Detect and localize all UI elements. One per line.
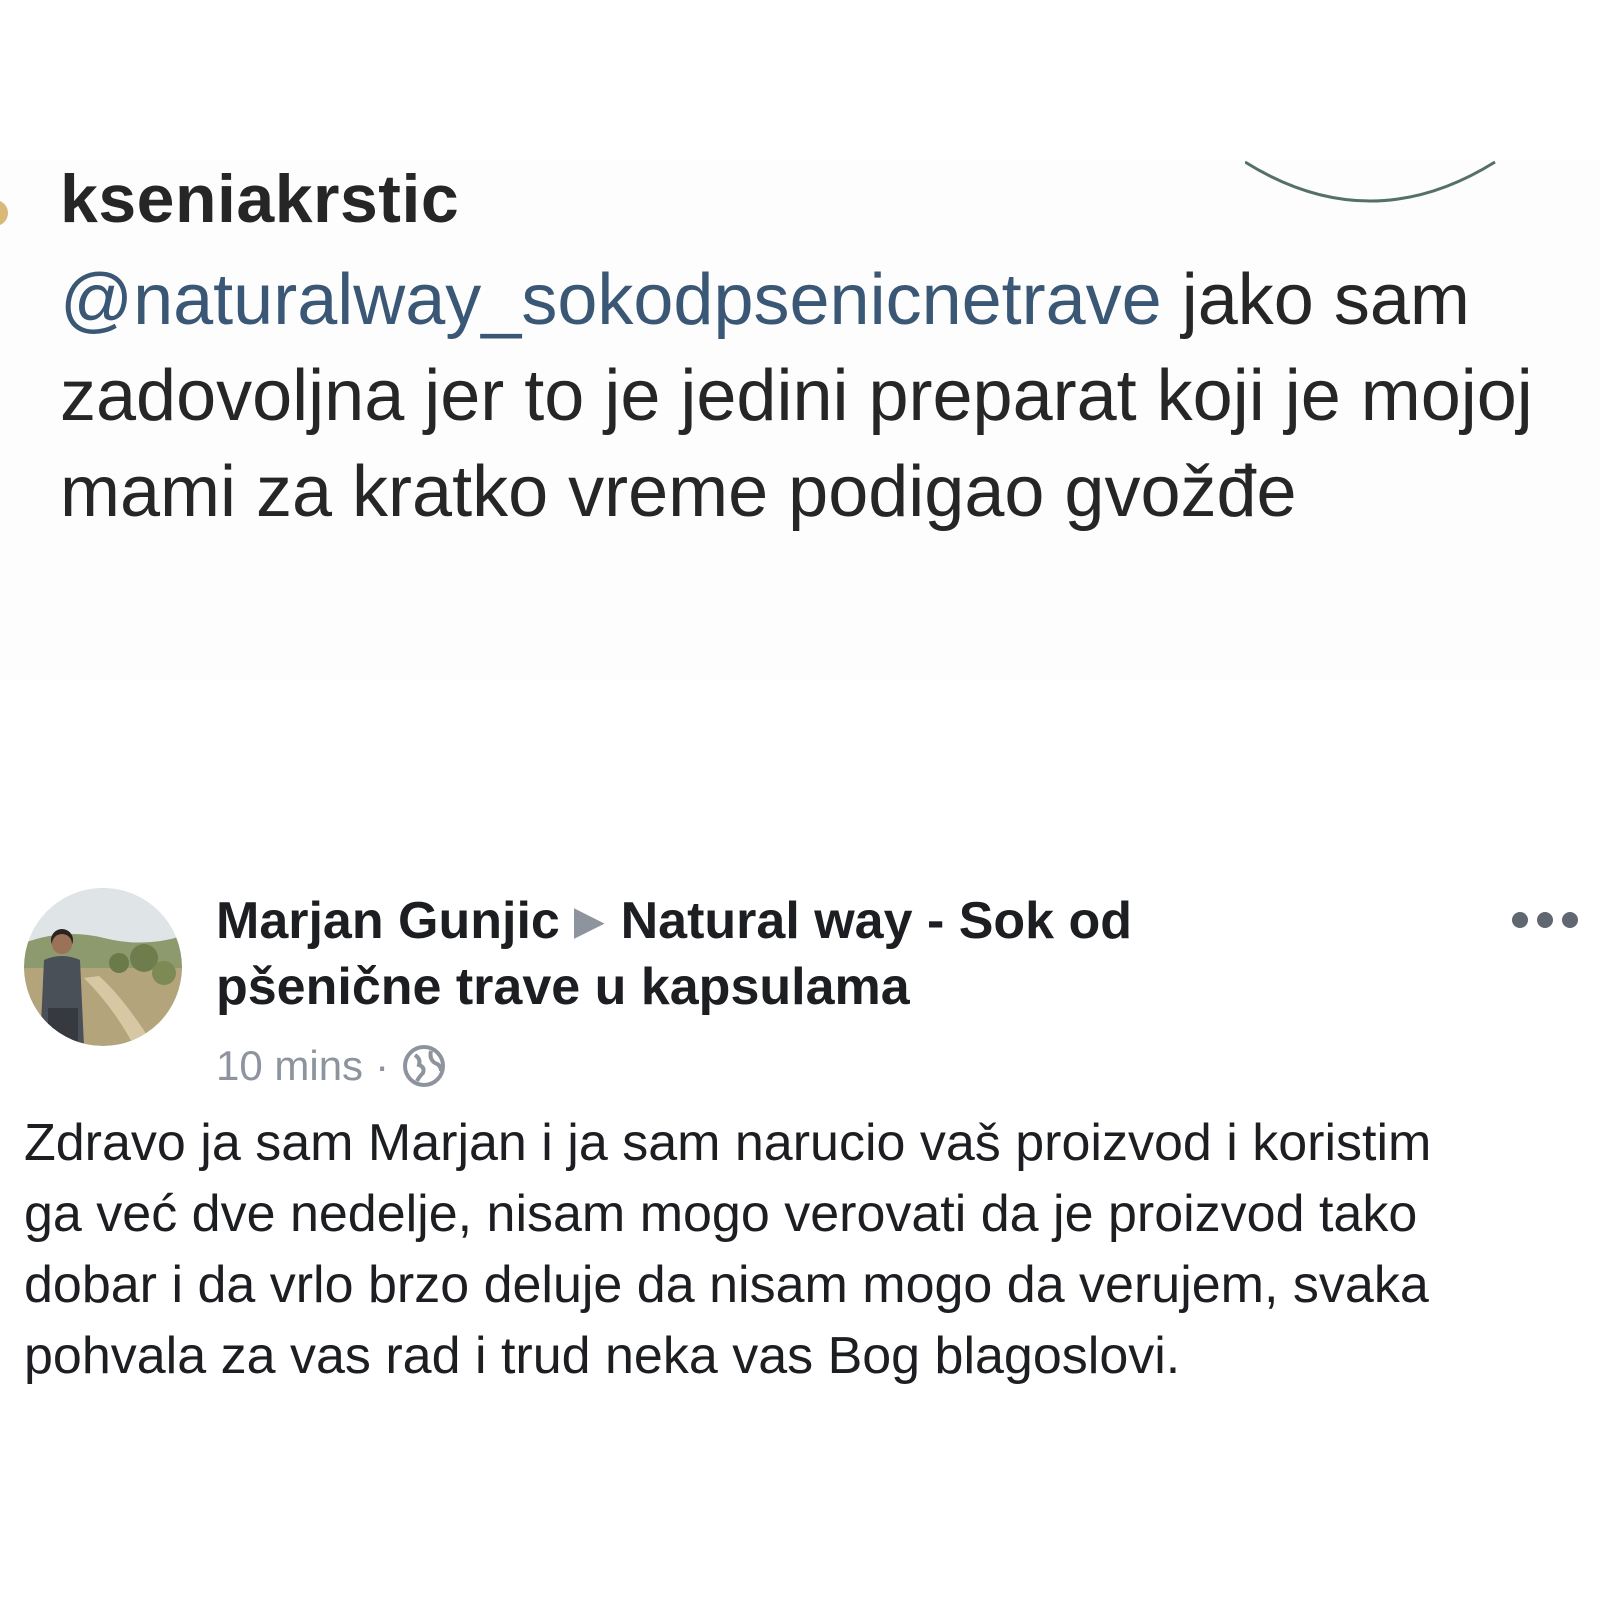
meta-separator: · [375, 1042, 390, 1089]
author-avatar[interactable] [24, 888, 182, 1046]
globe-icon[interactable] [401, 1043, 447, 1089]
more-options-icon[interactable] [1510, 910, 1580, 930]
post-body-line: ga već dve nedelje, nisam mogo verovati … [24, 1185, 1418, 1243]
post-body-line: dobar i da vrlo brzo deluje da nisam mog… [24, 1256, 1429, 1314]
comment-mention-link[interactable]: @naturalway_sokodpsenicnetrave [60, 260, 1162, 340]
post-body-text: Zdravo ja sam Marjan i ja sam narucio va… [24, 1108, 1584, 1392]
post-header: Marjan Gunjic ▶ Natural way - Sok od pšeni… [216, 888, 1296, 1020]
post-meta: 10 mins · [216, 1038, 447, 1094]
screenshot-collage: kseniakrstic @naturalway_sokodpsenicnetr… [0, 0, 1600, 1600]
shared-to-arrow-icon: ▶ [573, 899, 605, 943]
comment-body: @naturalway_sokodpsenicnetrave jako sam … [60, 252, 1580, 540]
comment-username[interactable]: kseniakrstic [60, 160, 459, 238]
post-timestamp[interactable]: 10 mins [216, 1042, 363, 1090]
post-author-name[interactable]: Marjan Gunjic [216, 892, 560, 950]
post-body-line: pohvala za vas rad i trud neka vas Bog b… [24, 1327, 1181, 1385]
avatar-ring-arc-icon [1245, 160, 1496, 203]
post-body-line: Zdravo ja sam Marjan i ja sam narucio va… [24, 1114, 1432, 1172]
